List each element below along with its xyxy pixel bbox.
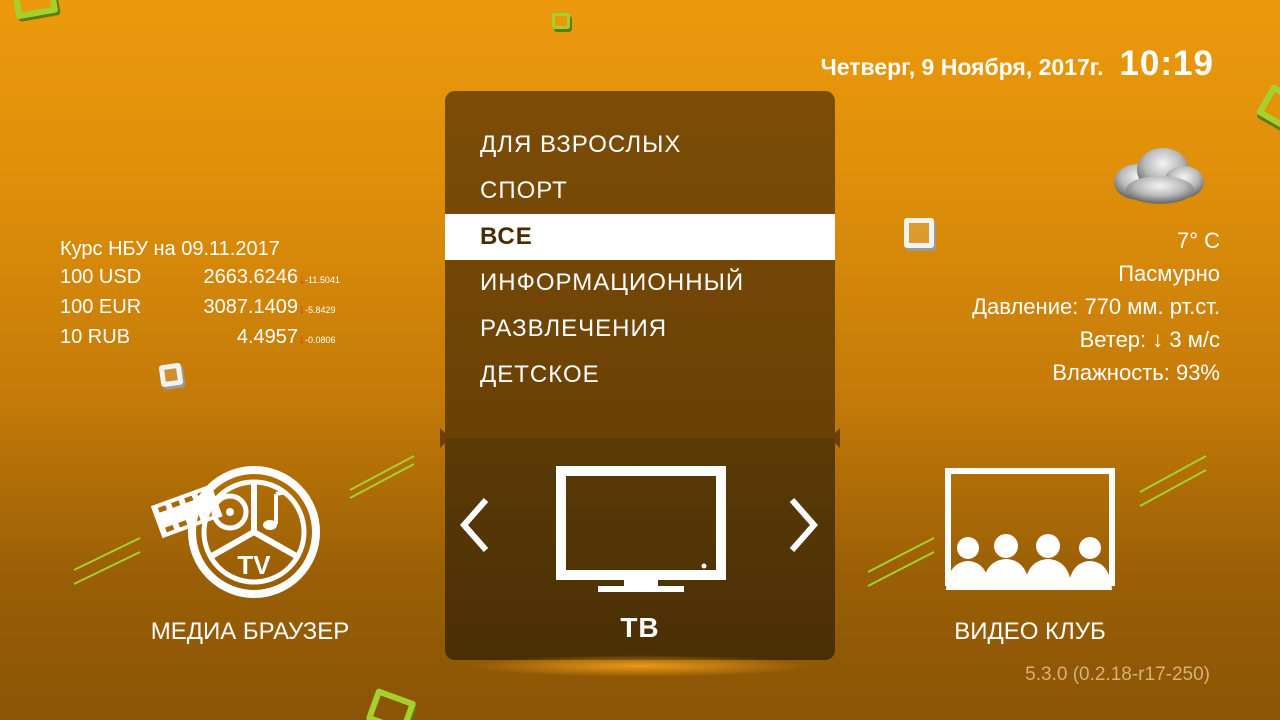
menu-item-info[interactable]: ИНФОРМАЦИОННЫЙ: [445, 260, 835, 306]
menu-item-adult[interactable]: ДЛЯ ВЗРОСЛЫХ: [445, 122, 835, 168]
currency-row: 100 EUR 3087.1409 ↓-5.8429: [60, 296, 340, 326]
weather-pressure: Давление: 770 мм. рт.ст.: [972, 294, 1220, 319]
currency-value: 4.4957: [236, 326, 298, 348]
date-label: Четверг, 9 Ноября, 2017г.: [820, 54, 1104, 80]
date-time: Четверг, 9 Ноября, 2017г. 10:19: [821, 44, 1214, 84]
version-label: 5.3.0 (0.2.18-r17-250): [1025, 664, 1210, 685]
decor-stripes-right-bottom: [867, 537, 935, 587]
cloud-icon: [1114, 148, 1204, 204]
menu-item-entertainment[interactable]: РАЗВЛЕЧЕНИЯ: [445, 306, 835, 352]
svg-text:TV: TV: [237, 550, 271, 580]
decor-cube-right: [1255, 83, 1280, 131]
decor-cube-bottom: [365, 687, 417, 720]
tv-icon[interactable]: [556, 466, 726, 594]
carousel-label-video-club: ВИДЕО КЛУБ: [954, 618, 1106, 645]
currency-name: 100 EUR: [60, 296, 142, 318]
category-menu: ДЛЯ ВЗРОСЛЫХ СПОРТ ВСЕ ИНФОРМАЦИОННЫЙ РА…: [445, 91, 835, 438]
panel-glow: [470, 655, 810, 677]
currency-name: 100 USD: [60, 266, 142, 288]
decor-cube-top-left: [11, 0, 59, 20]
menu-item-kids[interactable]: ДЕТСКОЕ: [445, 352, 835, 398]
decor-cube-top: [552, 13, 570, 29]
decor-stripes-left-top: [349, 455, 415, 499]
chevron-right-icon[interactable]: [786, 496, 820, 554]
chevron-left-icon[interactable]: [458, 496, 492, 554]
currency-widget: Курс НБУ на 09.11.2017 100 USD 2663.6246…: [60, 238, 340, 356]
decor-cube-white-right: [904, 218, 934, 248]
currency-value: 3087.1409: [203, 296, 298, 318]
currency-title: Курс НБУ на 09.11.2017: [60, 238, 280, 260]
carousel-label-media-browser: МЕДИА БРАУЗЕР: [150, 618, 350, 645]
category-list: ДЛЯ ВЗРОСЛЫХ СПОРТ ВСЕ ИНФОРМАЦИОННЫЙ РА…: [445, 122, 835, 398]
carousel-label-tv: ТВ: [620, 612, 660, 643]
decor-cube-white-left: [158, 362, 184, 388]
currency-value: 2663.6246: [203, 266, 298, 288]
weather-temperature: 7° C: [1176, 228, 1220, 253]
currency-delta: ↓-0.0806: [299, 332, 336, 346]
currency-name: 10 RUB: [60, 326, 131, 348]
weather-widget: 7° C Пасмурно Давление: 770 мм. рт.ст. В…: [972, 224, 1220, 389]
clock-label: 10:19: [1119, 44, 1214, 83]
currency-delta: ↓-5.8429: [299, 302, 336, 316]
currency-delta: ↓-11.5041: [299, 272, 340, 286]
wind-value: 3 м/с: [1169, 327, 1220, 352]
currency-row: 100 USD 2663.6246 ↓-11.5041: [60, 266, 340, 296]
decor-stripes-left-bottom: [73, 537, 141, 585]
wind-direction-icon: ↓: [1152, 327, 1164, 352]
weather-wind: Ветер: ↓ 3 м/с: [972, 323, 1220, 356]
weather-condition: Пасмурно: [1118, 261, 1220, 286]
video-club-icon[interactable]: [940, 466, 1130, 592]
weather-humidity: Влажность: 93%: [1052, 360, 1220, 385]
decor-stripes-right-top: [1139, 455, 1207, 507]
media-browser-icon[interactable]: TV: [150, 462, 326, 598]
currency-row: 10 RUB 4.4957 ↓-0.0806: [60, 326, 340, 356]
menu-item-sport[interactable]: СПОРТ: [445, 168, 835, 214]
menu-item-all[interactable]: ВСЕ: [445, 214, 835, 260]
wind-label: Ветер:: [1079, 327, 1147, 352]
